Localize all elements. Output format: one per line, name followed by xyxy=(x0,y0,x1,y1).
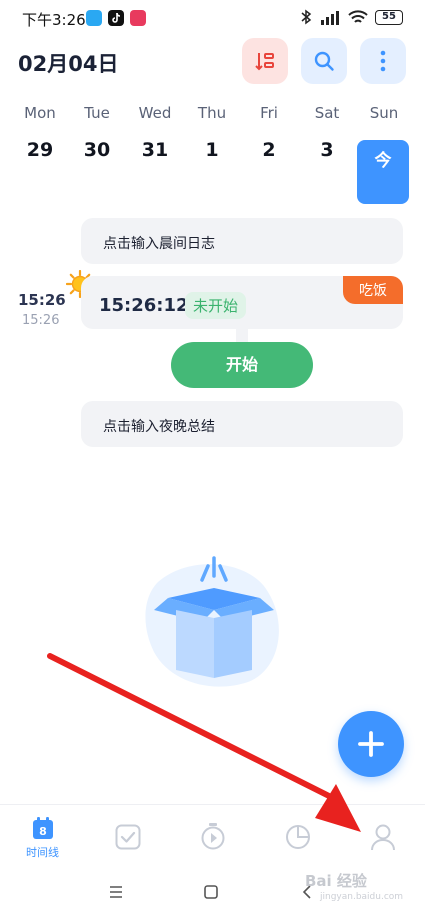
calendar-icon: 8 xyxy=(32,817,53,839)
day-column-sun[interactable]: Sun xyxy=(356,104,412,122)
date-number: 3 xyxy=(320,139,334,161)
add-button[interactable] xyxy=(338,711,404,777)
battery-indicator: 55 xyxy=(375,9,403,25)
pie-chart-icon xyxy=(285,825,310,849)
event-tag: 吃饭 xyxy=(343,276,403,304)
signal-icon xyxy=(321,10,339,25)
wifi-icon xyxy=(348,9,368,23)
date-number: 31 xyxy=(141,139,169,161)
day-column-fri[interactable]: Fri 2 xyxy=(241,104,297,161)
app-notification-icon-2 xyxy=(130,10,146,26)
profile-icon xyxy=(370,824,395,851)
watermark: Bai 经验 xyxy=(305,872,367,890)
evening-summary-placeholder: 点击输入夜晚总结 xyxy=(103,419,215,435)
empty-box-illustration xyxy=(145,556,279,687)
calendar-badge: 8 xyxy=(39,825,47,838)
status-badge: 未开始 xyxy=(185,292,247,319)
timer-icon xyxy=(201,823,224,850)
weekday-label: Wed xyxy=(138,104,172,122)
more-vertical-icon xyxy=(380,50,386,72)
timeline-time-sub: 15:26 xyxy=(22,313,60,328)
day-column-wed[interactable]: Wed 31 xyxy=(127,104,183,161)
bottom-nav: 8 时间线 xyxy=(0,804,425,866)
date-number: 1 xyxy=(205,139,219,161)
nav-item-timeline[interactable]: 8 时间线 xyxy=(0,805,85,867)
status-indicators: 55 xyxy=(301,9,403,25)
date-number: 2 xyxy=(262,139,276,161)
weekday-label: Sat xyxy=(314,104,340,122)
day-column-tue[interactable]: Tue 30 xyxy=(69,104,125,161)
search-button[interactable] xyxy=(301,38,347,84)
event-card[interactable]: 15:26:12 未开始 吃饭 xyxy=(81,276,403,329)
watermark-url: jingyan.baidu.com xyxy=(320,892,404,902)
home-icon[interactable] xyxy=(204,885,218,899)
weekday-label: Tue xyxy=(84,104,110,122)
nav-item-tasks[interactable] xyxy=(85,805,170,867)
sort-button[interactable] xyxy=(242,38,288,84)
morning-log-card[interactable]: 点击输入晨间日志 xyxy=(81,218,403,264)
bluetooth-icon xyxy=(301,9,312,25)
checkbox-icon xyxy=(115,824,140,850)
status-time: 下午3:26 xyxy=(22,11,86,29)
sort-icon xyxy=(255,53,274,71)
weekday-label: Thu xyxy=(197,104,227,122)
app-notification-icon xyxy=(86,10,102,26)
date-number: 29 xyxy=(26,139,54,161)
day-column-sat[interactable]: Sat 3 xyxy=(299,104,355,161)
day-column-mon[interactable]: Mon 29 xyxy=(12,104,68,161)
morning-log-placeholder: 点击输入晨间日志 xyxy=(103,236,215,252)
weekday-label: Fri xyxy=(260,104,278,122)
menu-icon[interactable] xyxy=(109,886,123,898)
nav-item-timer[interactable] xyxy=(170,805,255,867)
weekday-label: Sun xyxy=(369,104,399,122)
nav-item-stats[interactable] xyxy=(255,805,340,867)
douyin-icon xyxy=(108,10,124,26)
nav-label-timeline: 时间线 xyxy=(26,846,59,859)
plus-icon xyxy=(358,731,384,757)
more-button[interactable] xyxy=(360,38,406,84)
today-label: 今 xyxy=(374,151,392,171)
today-date-cell[interactable]: 今 xyxy=(357,140,409,204)
evening-summary-card[interactable]: 点击输入夜晚总结 xyxy=(81,401,403,447)
start-button[interactable]: 开始 xyxy=(171,342,313,388)
date-number: 30 xyxy=(83,139,111,161)
page-title: 02月04日 xyxy=(18,52,119,76)
nav-item-profile[interactable] xyxy=(340,805,425,867)
weekday-label: Mon xyxy=(24,104,56,122)
timeline-time: 15:26 xyxy=(18,291,66,309)
search-icon xyxy=(314,51,334,71)
event-time: 15:26:12 xyxy=(99,295,189,316)
day-column-thu[interactable]: Thu 1 xyxy=(184,104,240,161)
status-bar: 下午3:26 55 xyxy=(0,0,425,36)
